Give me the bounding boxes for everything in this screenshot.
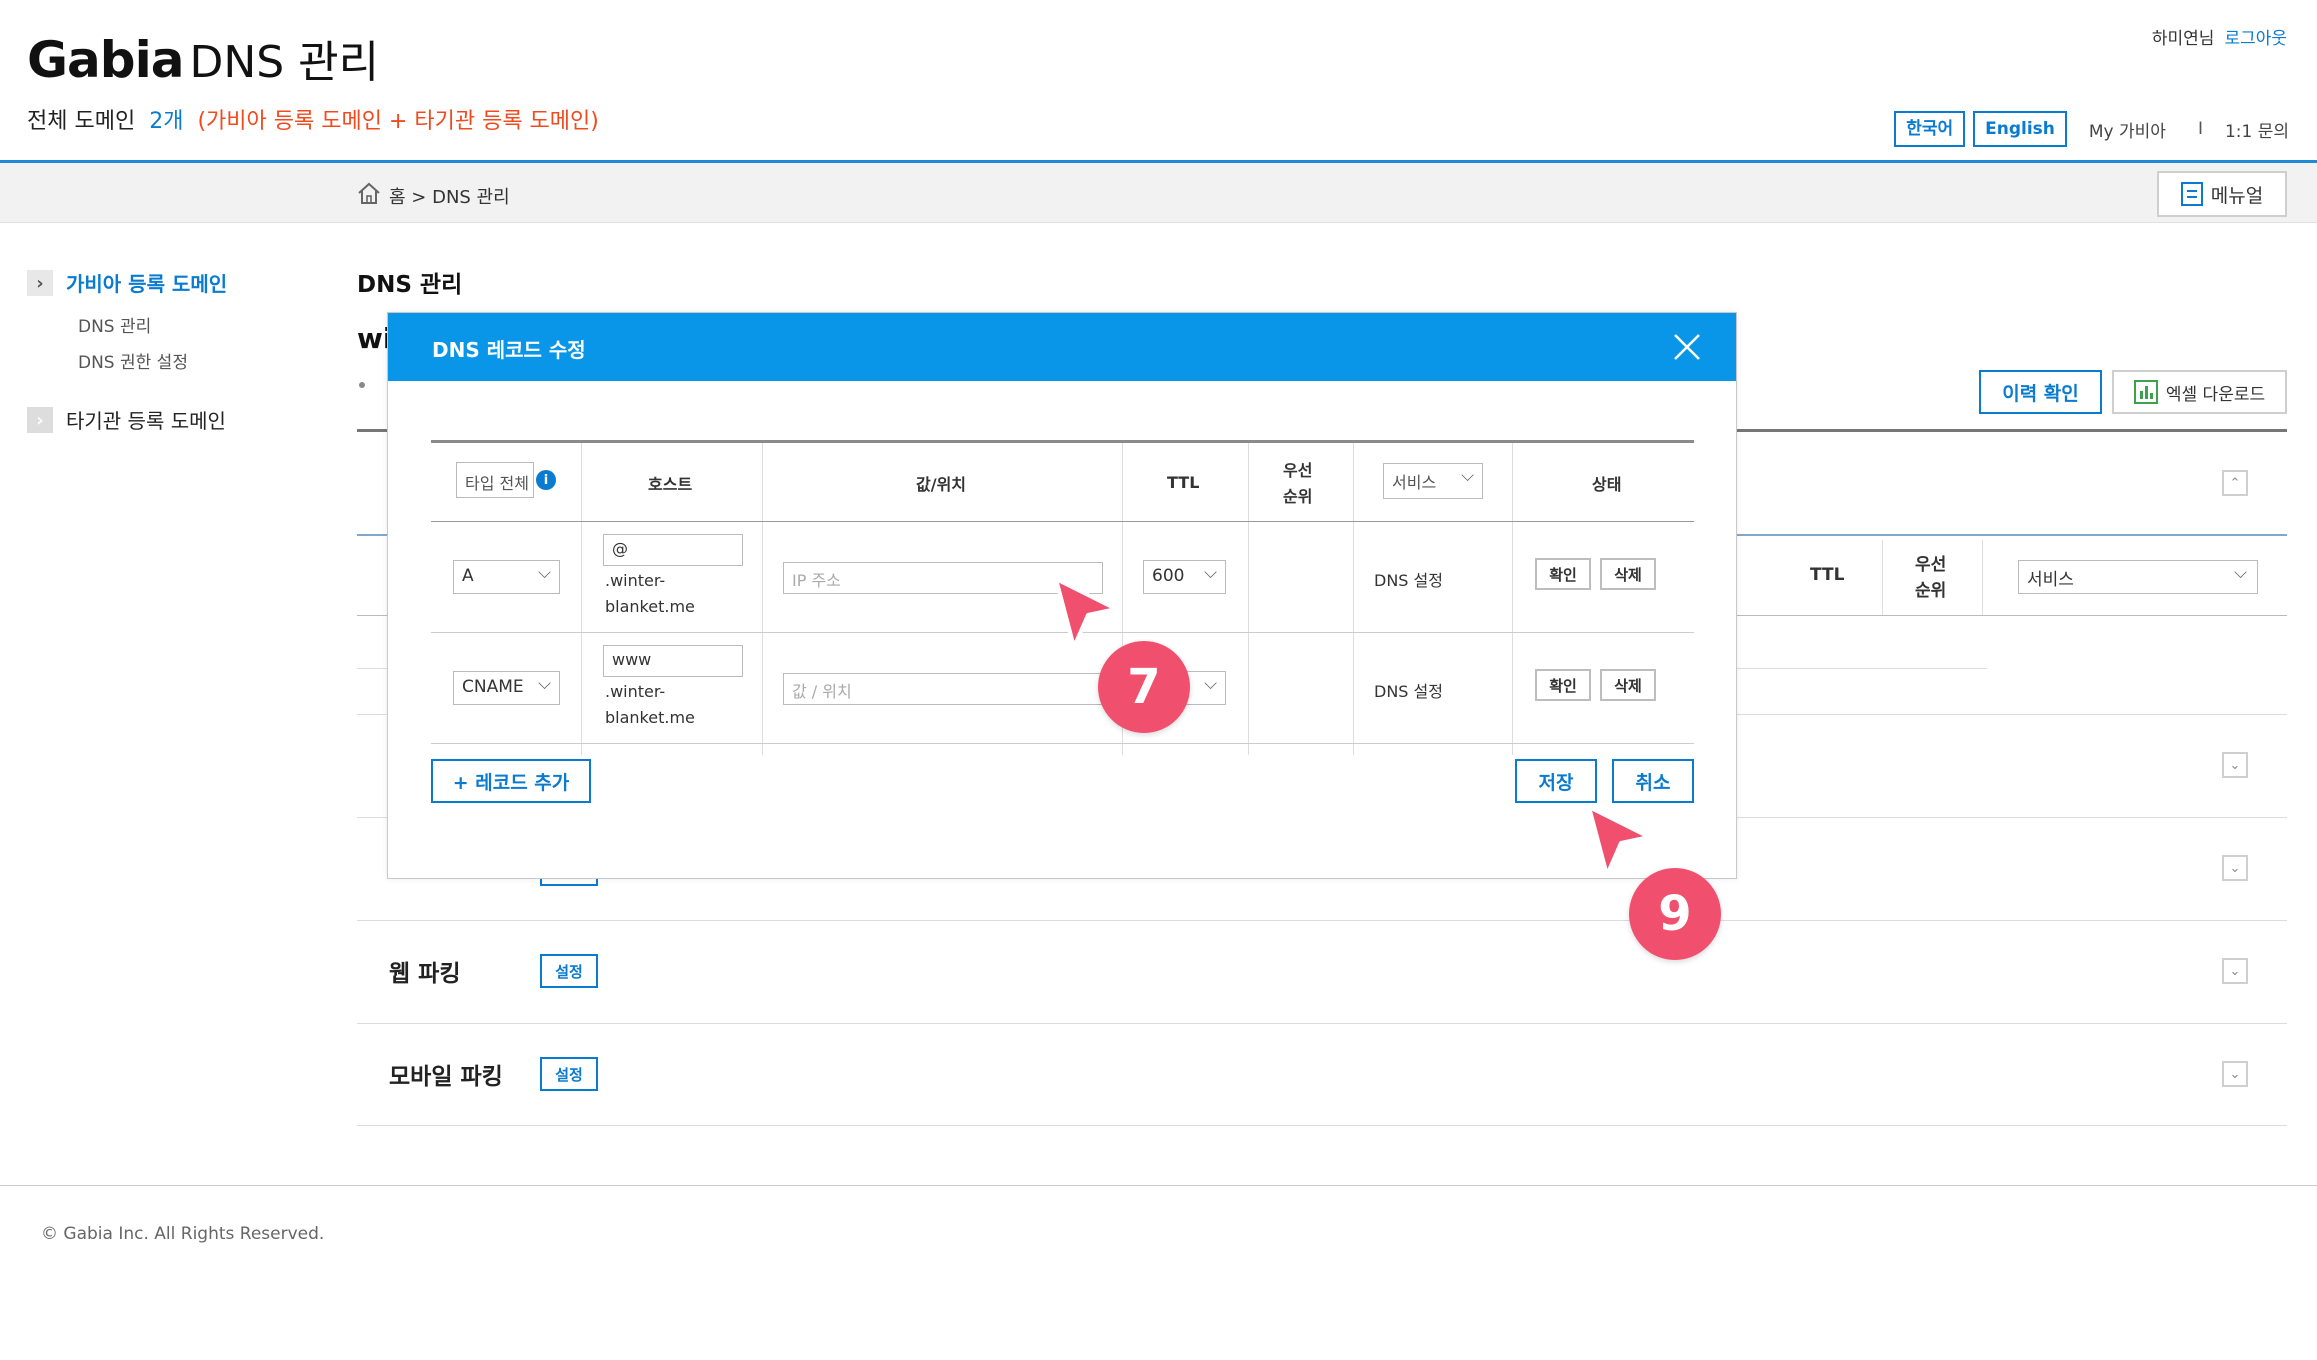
- column-divider: [1512, 443, 1513, 755]
- record-type-select-a[interactable]: A: [453, 560, 560, 594]
- chevron-down-icon[interactable]: ⌄: [2222, 855, 2248, 881]
- ttl-header: TTL: [1167, 473, 1200, 492]
- lang-korean-button[interactable]: 한국어: [1894, 111, 1966, 147]
- step-marker-7: 7: [1098, 641, 1190, 733]
- manual-label: 메뉴얼: [2210, 184, 2264, 207]
- confirm-button-cname[interactable]: 확인: [1535, 669, 1591, 701]
- footer-divider: [0, 1185, 2317, 1186]
- mobile-parking-label: 모바일 파킹: [389, 1064, 503, 1090]
- service-text-cname: DNS 설정: [1374, 682, 1443, 701]
- cancel-button[interactable]: 취소: [1612, 759, 1694, 803]
- host-suffix-cname-line1: .winter-: [605, 682, 666, 701]
- status-header: 상태: [1592, 475, 1622, 494]
- logo-suffix: DNS 관리: [189, 37, 380, 88]
- chevron-down-icon[interactable]: ⌄: [2222, 1061, 2248, 1087]
- column-divider: [581, 443, 582, 755]
- record-type-select-cname[interactable]: CNAME: [453, 671, 560, 705]
- host-suffix-a-line2: blanket.me: [605, 597, 695, 616]
- info-icon[interactable]: i: [536, 470, 556, 490]
- chevron-down-icon[interactable]: ⌄: [2222, 958, 2248, 984]
- top-links: 한국어 English My 가비아 I 1:1 문의: [1894, 111, 2289, 147]
- modal-header: [388, 313, 1736, 381]
- chevron-up-icon[interactable]: ⌃: [2222, 470, 2248, 496]
- excel-download-label: 엑셀 다운로드: [2165, 384, 2266, 405]
- column-divider: [1882, 540, 1883, 615]
- logout-link[interactable]: 로그아웃: [2224, 29, 2287, 49]
- chevron-right-icon[interactable]: ›: [27, 270, 53, 296]
- total-count: 2개: [149, 109, 184, 134]
- excel-download-button[interactable]: 엑셀 다운로드: [2112, 370, 2287, 414]
- home-icon[interactable]: [356, 180, 382, 206]
- host-suffix-a-line1: .winter-: [605, 571, 666, 590]
- mobile-parking-set-button[interactable]: 설정: [540, 1057, 598, 1091]
- my-gabia-link[interactable]: My 가비아: [2089, 117, 2166, 142]
- host-suffix-cname-line2: blanket.me: [605, 708, 695, 727]
- row-divider: [357, 920, 2287, 921]
- chevron-right-icon[interactable]: ›: [27, 407, 53, 433]
- modal-title: DNS 레코드 수정: [432, 338, 586, 362]
- bg-priority-header: 우선 순위: [1915, 555, 1947, 601]
- sidebar-item-external-domains[interactable]: 타기관 등록 도메인: [66, 405, 226, 434]
- value-header: 값/위치: [916, 475, 967, 494]
- sidebar-subitem-dns-manage[interactable]: DNS 관리: [78, 312, 151, 337]
- total-domains: 전체 도메인 2개 (가비아 등록 도메인 + 타기관 등록 도메인): [27, 103, 599, 135]
- domain-title: wi: [357, 322, 389, 355]
- priority-header: 우선 순위: [1283, 461, 1313, 506]
- save-button[interactable]: 저장: [1515, 759, 1597, 803]
- header-row-divider: [431, 521, 1694, 522]
- type-filter-select[interactable]: 타입 전체: [456, 462, 534, 498]
- ttl-select-a[interactable]: 600: [1143, 560, 1226, 594]
- total-desc: (가비아 등록 도메인 + 타기관 등록 도메인): [197, 109, 599, 134]
- service-text-a: DNS 설정: [1374, 571, 1443, 590]
- confirm-button-a[interactable]: 확인: [1535, 558, 1591, 590]
- pointer-arrow-icon: [1054, 577, 1118, 649]
- service-header-select[interactable]: 서비스: [1383, 463, 1483, 499]
- history-button[interactable]: 이력 확인: [1979, 370, 2102, 414]
- column-divider: [1353, 443, 1354, 755]
- step-marker-9: 9: [1629, 868, 1721, 960]
- column-divider: [1982, 540, 1983, 615]
- row-divider: [431, 743, 1694, 744]
- add-record-button[interactable]: + 레코드 추가: [431, 759, 591, 803]
- chevron-down-icon[interactable]: ⌄: [2222, 752, 2248, 778]
- bg-service-select[interactable]: 서비스: [2018, 560, 2258, 594]
- web-parking-label: 웹 파킹: [389, 961, 461, 987]
- close-icon[interactable]: [1671, 331, 1703, 363]
- total-label: 전체 도메인: [27, 109, 136, 134]
- user-info: 하미연님 로그아웃: [2152, 24, 2287, 49]
- row-divider: [357, 1125, 2287, 1126]
- breadcrumb-bar: [0, 163, 2317, 223]
- sidebar-subitem-dns-permission[interactable]: DNS 권한 설정: [78, 348, 188, 373]
- delete-button-a[interactable]: 삭제: [1600, 558, 1656, 590]
- breadcrumb: 홈 > DNS 관리: [389, 187, 510, 208]
- manual-button[interactable]: 메뉴얼: [2157, 171, 2287, 217]
- manual-icon: [2180, 182, 2203, 206]
- excel-icon: [2133, 380, 2158, 404]
- column-divider: [762, 443, 763, 755]
- delete-button-cname[interactable]: 삭제: [1600, 669, 1656, 701]
- value-input-cname[interactable]: 값 / 위치: [783, 673, 1103, 705]
- sidebar-item-gabia-domains[interactable]: 가비아 등록 도메인: [66, 268, 227, 297]
- bg-ttl-header: TTL: [1810, 565, 1845, 585]
- page-title: DNS 관리: [357, 272, 463, 298]
- pointer-arrow-icon: [1587, 805, 1651, 877]
- bullet-dot: [359, 382, 365, 388]
- logo-brand: Gabia: [27, 31, 184, 89]
- copyright: © Gabia Inc. All Rights Reserved.: [41, 1224, 325, 1244]
- inquiry-link[interactable]: 1:1 문의: [2225, 117, 2289, 142]
- web-parking-set-button[interactable]: 설정: [540, 954, 598, 988]
- lang-english-button[interactable]: English: [1973, 111, 2067, 147]
- host-header: 호스트: [648, 475, 693, 494]
- row-divider: [357, 1023, 2287, 1024]
- user-name: 하미연님: [2151, 29, 2215, 49]
- logo[interactable]: Gabia DNS 관리: [27, 26, 379, 90]
- column-divider: [1248, 443, 1249, 755]
- modal-table-top-line: [431, 440, 1694, 443]
- host-input-a[interactable]: @: [603, 534, 743, 566]
- link-separator: I: [2197, 119, 2203, 139]
- host-input-cname[interactable]: www: [603, 645, 743, 677]
